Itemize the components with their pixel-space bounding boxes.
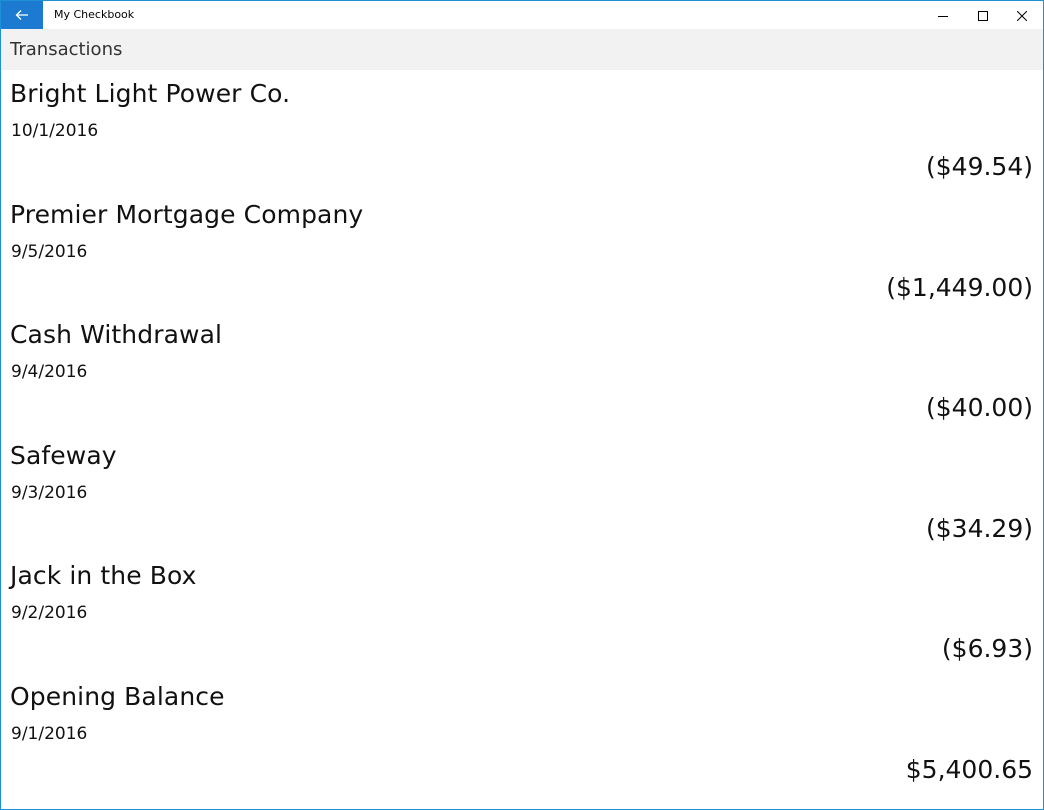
app-window: My Checkbook Transactions Bright Light P…	[0, 0, 1044, 810]
transaction-amount: ($6.93)	[941, 634, 1033, 664]
transaction-row[interactable]: Safeway 9/3/2016 ($34.29)	[1, 432, 1043, 553]
transaction-date: 9/2/2016	[11, 603, 88, 624]
transaction-row[interactable]: Premier Mortgage Company 9/5/2016 ($1,44…	[1, 191, 1043, 312]
transaction-payee: Cash Withdrawal	[10, 320, 223, 350]
transaction-amount: ($1,449.00)	[886, 272, 1033, 302]
transaction-amount: ($34.29)	[926, 513, 1033, 543]
transaction-payee: Bright Light Power Co.	[10, 79, 291, 108]
transaction-amount: ($40.00)	[926, 393, 1033, 423]
transaction-payee: Safeway	[10, 440, 117, 470]
transaction-date: 10/1/2016	[11, 121, 99, 141]
maximize-button[interactable]	[963, 1, 1003, 29]
transaction-date: 9/5/2016	[11, 241, 88, 262]
close-button[interactable]	[1002, 1, 1042, 29]
minimize-button[interactable]	[923, 1, 963, 29]
window-title: My Checkbook	[54, 8, 135, 21]
transaction-payee: Premier Mortgage Company	[10, 199, 364, 229]
minimize-icon	[938, 6, 948, 25]
transaction-payee: Jack in the Box	[10, 561, 197, 591]
transactions-list: Bright Light Power Co. 10/1/2016 ($49.54…	[1, 70, 1043, 794]
back-button[interactable]	[1, 1, 43, 29]
close-icon	[1016, 6, 1028, 25]
transaction-date: 9/1/2016	[11, 723, 88, 744]
transaction-row[interactable]: Bright Light Power Co. 10/1/2016 ($49.54…	[1, 70, 1043, 191]
transaction-date: 9/4/2016	[11, 362, 88, 383]
maximize-icon	[978, 6, 988, 25]
back-arrow-icon	[15, 6, 29, 25]
transaction-row[interactable]: Cash Withdrawal 9/4/2016 ($40.00)	[1, 311, 1043, 432]
transaction-amount: $5,400.65	[905, 754, 1033, 784]
page-title: Transactions	[10, 39, 123, 60]
transaction-row[interactable]: Jack in the Box 9/2/2016 ($6.93)	[1, 552, 1043, 673]
transaction-amount: ($49.54)	[926, 152, 1033, 181]
transaction-payee: Opening Balance	[10, 681, 225, 711]
transaction-date: 9/3/2016	[11, 482, 88, 503]
page-header: Transactions	[1, 29, 1043, 70]
title-bar: My Checkbook	[1, 1, 1043, 29]
transaction-row[interactable]: Opening Balance 9/1/2016 $5,400.65	[1, 673, 1043, 794]
